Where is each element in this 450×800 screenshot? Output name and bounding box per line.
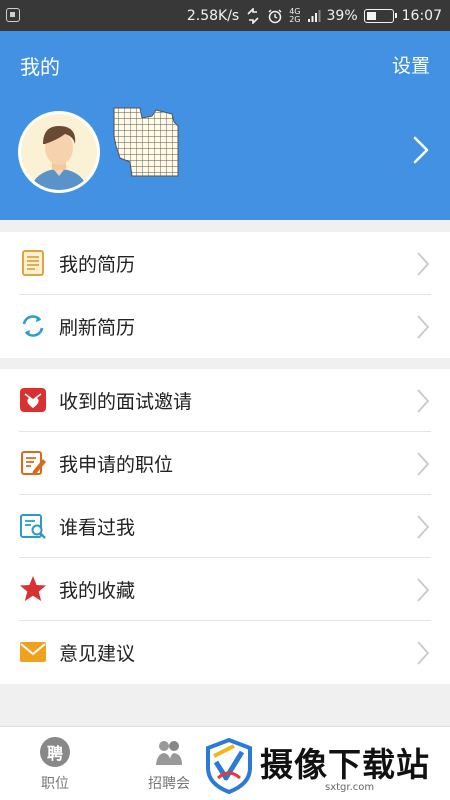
refresh-icon	[22, 315, 44, 337]
profile-header: 我的 设置	[0, 31, 450, 220]
tab-label: 职位	[41, 776, 69, 792]
menu-item-who-viewed-me[interactable]: 谁看过我	[0, 495, 450, 558]
star-icon	[20, 576, 46, 601]
chevron-right-icon	[417, 515, 430, 539]
chevron-right-icon[interactable]	[412, 135, 430, 165]
watermark-logo-icon	[206, 738, 252, 794]
network-speed: 2.58K/s	[186, 7, 240, 24]
menu-item-feedback[interactable]: 意见建议	[0, 621, 450, 684]
menu-item-label: 刷新简历	[59, 317, 136, 339]
battery-percent: 39%	[326, 7, 358, 24]
clock-time: 16:07	[401, 7, 442, 24]
status-indicators: 2.58K/s 4G 2G 39% 16:07	[187, 0, 442, 31]
watermark: 摄像下载站 sxtgr.com	[200, 734, 450, 800]
signal-icon	[307, 9, 321, 22]
menu-item-my-resume[interactable]: 我的简历	[0, 232, 450, 295]
tab-jobs[interactable]: 聘 职位	[10, 727, 100, 800]
interview-invitation-icon	[20, 388, 46, 412]
avatar-icon	[31, 126, 87, 190]
watermark-url: sxtgr.com	[325, 782, 375, 793]
menu-group-resume: 我的简历 刷新简历	[0, 232, 450, 358]
menu-item-applied-jobs[interactable]: 我申请的职位	[0, 432, 450, 495]
notification-icon	[6, 8, 20, 22]
chevron-right-icon	[417, 252, 430, 276]
chevron-right-icon	[417, 315, 430, 339]
menu-item-my-favorites[interactable]: 我的收藏	[0, 558, 450, 621]
people-icon	[156, 741, 182, 765]
menu-item-label: 谁看过我	[59, 517, 136, 539]
viewers-icon	[20, 514, 46, 539]
menu-group-activity: 收到的面试邀请 我申请的职位 谁看过我 我的收藏 意见建议	[0, 369, 450, 684]
status-bar: 2.58K/s 4G 2G 39% 16:07	[0, 0, 450, 31]
chevron-right-icon	[417, 578, 430, 602]
network-type-label: 4G 2G	[289, 6, 301, 24]
chevron-right-icon	[417, 641, 430, 665]
menu-item-label: 意见建议	[59, 643, 136, 665]
menu-item-label: 收到的面试邀请	[59, 391, 193, 413]
chevron-right-icon	[417, 389, 430, 413]
menu-item-refresh-resume[interactable]: 刷新简历	[0, 295, 450, 358]
username-pixelated-image	[113, 107, 179, 177]
data-transfer-icon	[247, 7, 259, 24]
settings-button[interactable]: 设置	[392, 51, 430, 78]
resume-icon	[22, 250, 44, 276]
menu-item-interview-invitations[interactable]: 收到的面试邀请	[0, 369, 450, 432]
page-title: 我的	[20, 55, 60, 79]
watermark-text: 摄像下载站	[260, 745, 430, 784]
menu-item-label: 我的收藏	[59, 580, 136, 602]
mail-icon	[20, 642, 46, 662]
battery-icon	[363, 8, 397, 23]
alarm-icon	[268, 9, 282, 23]
menu-item-label: 我申请的职位	[59, 454, 174, 476]
chevron-right-icon	[417, 452, 430, 476]
applied-jobs-icon	[21, 451, 46, 475]
menu-item-label: 我的简历	[59, 254, 136, 276]
avatar[interactable]	[18, 111, 100, 193]
jobs-icon: 聘	[40, 737, 70, 767]
